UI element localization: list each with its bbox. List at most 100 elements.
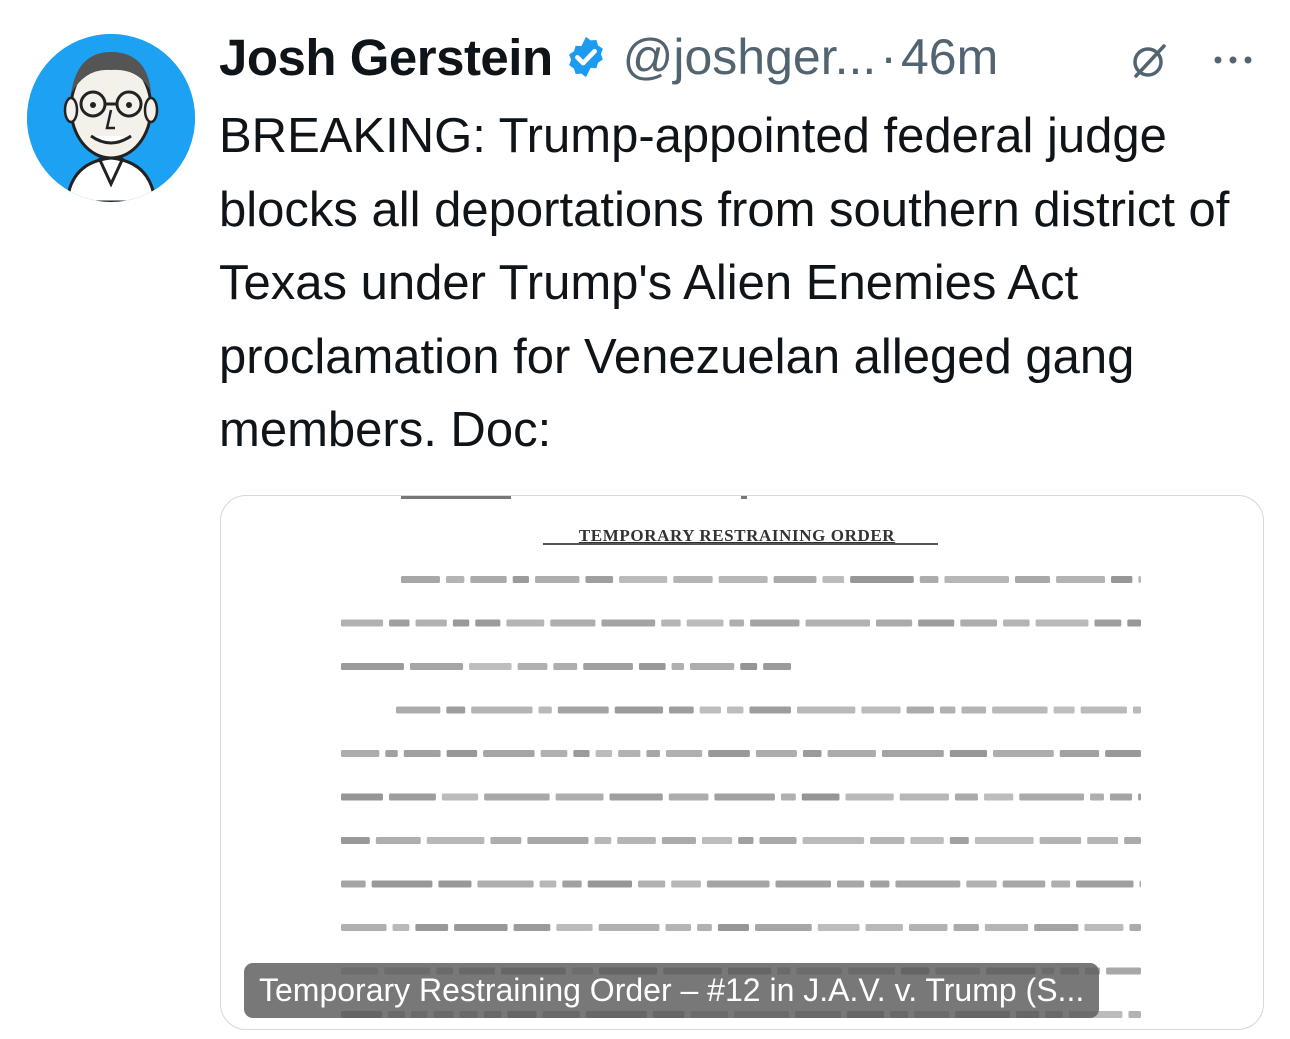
document-word	[1039, 837, 1082, 844]
document-word	[876, 619, 913, 627]
document-word	[601, 619, 656, 627]
post-timestamp[interactable]: 46m	[901, 28, 998, 86]
document-word	[557, 706, 609, 714]
document-word	[1035, 619, 1089, 627]
document-word	[718, 576, 768, 583]
document-word	[540, 750, 568, 757]
document-preview-image: TEMPORARY RESTRAINING ORDER	[341, 496, 1141, 1018]
document-word	[1056, 576, 1106, 583]
document-word	[749, 706, 791, 714]
document-word	[899, 793, 949, 801]
document-word	[738, 837, 754, 844]
document-word	[759, 837, 797, 844]
document-word	[446, 706, 466, 714]
document-word	[714, 793, 775, 801]
document-word	[689, 663, 735, 670]
document-word	[1003, 619, 1030, 627]
document-word	[646, 750, 661, 757]
document-word	[661, 619, 681, 627]
scanned-document-lines: TEMPORARY RESTRAINING ORDER	[401, 496, 938, 545]
document-word	[573, 750, 590, 757]
document-word	[409, 663, 464, 670]
document-word	[1059, 750, 1100, 757]
document-word	[827, 750, 876, 757]
document-word	[845, 793, 894, 801]
document-word	[801, 793, 840, 801]
author-name[interactable]: Josh Gerstein	[219, 28, 553, 87]
document-word	[555, 793, 604, 801]
document-word	[1014, 576, 1051, 583]
document-word	[583, 663, 633, 670]
document-word	[638, 880, 666, 888]
document-word	[671, 663, 684, 670]
document-word	[755, 750, 797, 757]
document-word	[1002, 880, 1046, 888]
document-word	[1094, 619, 1122, 627]
document-word	[341, 750, 380, 757]
document-word	[726, 706, 744, 714]
document-word	[802, 837, 865, 844]
document-word	[949, 837, 969, 844]
document-caption[interactable]: Temporary Restraining Order – #12 in J.A…	[244, 963, 1100, 1018]
document-word	[836, 880, 865, 888]
document-word	[1132, 706, 1141, 714]
document-word	[535, 576, 580, 583]
document-word	[796, 706, 856, 714]
document-word	[961, 706, 987, 714]
document-card[interactable]: TEMPORARY RESTRAINING ORDER Temporary Re…	[220, 495, 1264, 1030]
document-word	[754, 924, 812, 931]
document-word	[490, 837, 522, 844]
document-word	[895, 880, 961, 888]
document-word	[1138, 576, 1141, 583]
document-word	[861, 706, 901, 714]
document-word	[918, 619, 955, 627]
document-word	[341, 663, 404, 670]
document-word	[1087, 837, 1119, 844]
document-word	[388, 793, 436, 801]
document-word	[717, 924, 749, 931]
document-word	[617, 837, 656, 844]
document-word	[483, 750, 535, 757]
document-word	[562, 880, 582, 888]
document-word	[477, 880, 534, 888]
document-word	[939, 706, 956, 714]
document-word	[614, 706, 664, 714]
document-word	[960, 619, 998, 627]
document-word	[673, 576, 713, 583]
document-word	[341, 837, 370, 844]
document-word	[538, 706, 552, 714]
document-word	[822, 576, 845, 583]
more-options-icon[interactable]	[1208, 40, 1258, 80]
document-word	[594, 837, 612, 844]
document-word	[341, 880, 366, 888]
author-avatar[interactable]	[27, 34, 195, 202]
document-word	[475, 619, 501, 627]
document-word	[598, 924, 660, 931]
document-word	[415, 619, 447, 627]
document-word	[1109, 793, 1133, 801]
document-word	[1019, 793, 1085, 801]
document-word	[1128, 1011, 1141, 1018]
author-handle[interactable]: @joshger...	[623, 28, 877, 86]
document-word	[919, 576, 939, 583]
document-word	[1106, 967, 1141, 975]
document-word	[706, 880, 770, 888]
document-word	[805, 619, 871, 627]
document-word	[513, 924, 551, 931]
document-word	[949, 750, 988, 757]
verified-badge-icon	[568, 36, 603, 78]
document-word	[556, 924, 593, 931]
document-word	[385, 750, 398, 757]
document-word	[750, 619, 800, 627]
document-word	[708, 750, 750, 757]
document-word	[401, 576, 440, 583]
document-word	[983, 793, 1014, 801]
document-word	[668, 793, 709, 801]
document-word	[470, 576, 507, 583]
document-word	[817, 924, 860, 931]
document-word	[1139, 880, 1141, 888]
grok-icon[interactable]	[1128, 40, 1170, 82]
document-word	[389, 619, 410, 627]
document-word	[618, 750, 641, 757]
document-word	[553, 663, 578, 670]
